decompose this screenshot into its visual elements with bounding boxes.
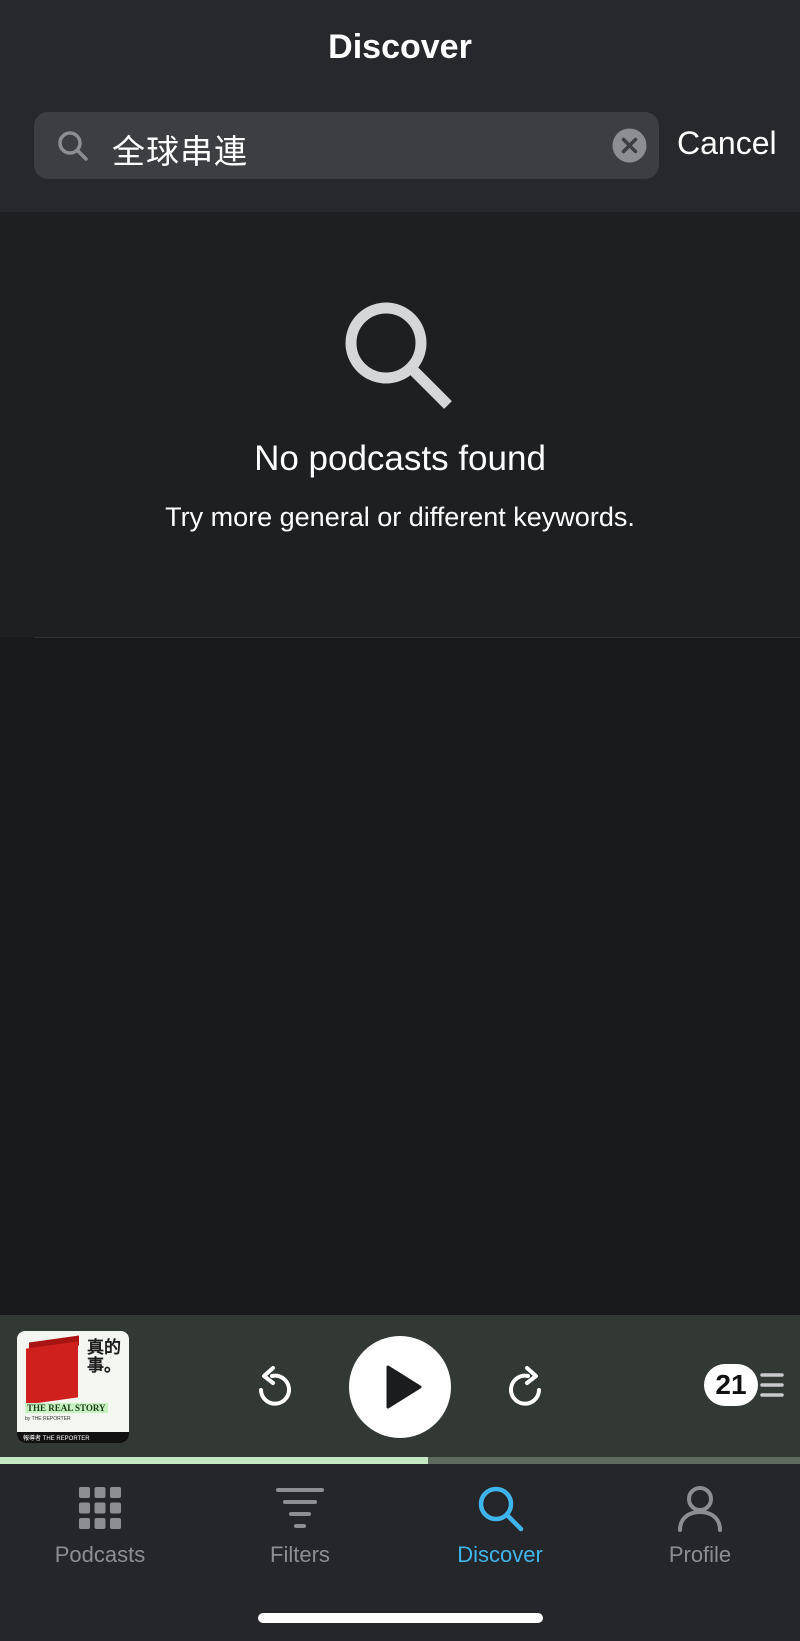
playback-progress-bar[interactable] xyxy=(0,1457,800,1464)
empty-title: No podcasts found xyxy=(254,439,546,478)
cancel-button[interactable]: Cancel xyxy=(677,125,777,162)
tab-label: Filters xyxy=(270,1542,330,1567)
tab-label: Discover xyxy=(457,1542,543,1567)
tab-podcasts[interactable]: Podcasts xyxy=(0,1464,200,1574)
divider xyxy=(34,637,800,638)
page-title: Discover xyxy=(328,28,472,66)
skip-forward-icon[interactable] xyxy=(504,1365,550,1411)
search-bar[interactable]: 全球串連 xyxy=(34,112,659,179)
artwork-footer-bar: 報導者 THE REPORTER xyxy=(17,1432,129,1443)
search-icon xyxy=(345,302,452,409)
empty-subtitle: Try more general or different keywords. xyxy=(165,502,635,532)
tab-label: Profile xyxy=(668,1542,732,1567)
profile-icon xyxy=(678,1486,722,1532)
queue-count-badge[interactable]: 21 xyxy=(704,1364,758,1406)
tab-filters[interactable]: Filters xyxy=(200,1464,400,1574)
artwork-footer: 報導者 THE REPORTER xyxy=(23,1436,90,1442)
artwork-cjk-title: 真的事。 xyxy=(87,1338,121,1376)
artwork-byline: by THE REPORTER xyxy=(25,1416,71,1422)
search-icon xyxy=(58,131,88,161)
clear-circle-icon[interactable] xyxy=(612,128,647,163)
mini-player[interactable]: 真的事。 THE REAL STORY by THE REPORTER 報導者 … xyxy=(0,1315,800,1457)
search-icon xyxy=(478,1486,524,1532)
skip-back-icon[interactable] xyxy=(250,1365,296,1411)
header: Discover 全球串連 Cancel xyxy=(0,0,800,212)
queue-list-icon[interactable] xyxy=(758,1371,784,1399)
play-button[interactable] xyxy=(349,1336,451,1438)
podcast-artwork[interactable]: 真的事。 THE REAL STORY by THE REPORTER 報導者 … xyxy=(17,1331,129,1443)
home-indicator xyxy=(258,1613,543,1623)
artwork-title: THE REAL STORY xyxy=(25,1403,108,1413)
tab-profile[interactable]: Profile xyxy=(600,1464,800,1574)
tab-discover[interactable]: Discover xyxy=(400,1464,600,1574)
filter-icon xyxy=(276,1488,324,1528)
search-input[interactable]: 全球串連 xyxy=(112,125,248,173)
playback-progress-fill xyxy=(0,1457,428,1464)
tab-label: Podcasts xyxy=(54,1542,146,1567)
artwork-red-block xyxy=(26,1341,78,1405)
play-icon xyxy=(386,1365,422,1409)
grid-icon xyxy=(79,1487,121,1529)
empty-state: No podcasts found Try more general or di… xyxy=(0,212,800,637)
